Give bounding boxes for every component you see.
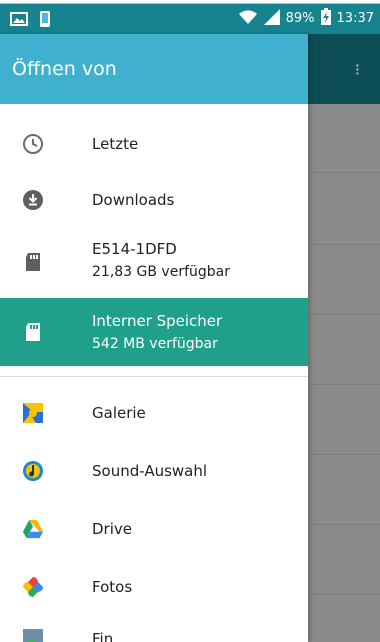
download-icon	[22, 189, 44, 211]
drawer-item-sound-picker[interactable]: Sound-Auswahl	[0, 442, 308, 500]
drawer-item-label: E514-1DFD	[92, 240, 177, 258]
drawer-item-internal-storage[interactable]: Interner Speicher 542 MB verfügbar	[0, 298, 308, 366]
background-separator	[308, 454, 380, 455]
battery-charging-icon	[320, 8, 332, 30]
drawer-item-label: Fin	[92, 630, 114, 642]
drawer-item-photos[interactable]: Fotos	[0, 558, 308, 616]
drawer-item-sd-card[interactable]: E514-1DFD 21,83 GB verfügbar	[0, 228, 308, 296]
app-icon	[22, 628, 44, 642]
image-icon	[10, 10, 28, 28]
sd-card-icon	[22, 251, 44, 273]
drawer-item-label: Letzte	[92, 135, 139, 153]
clock-icon	[22, 133, 44, 155]
drawer-item-recent[interactable]: Letzte	[0, 116, 308, 172]
signal-icon	[263, 8, 281, 30]
drawer-item-partial[interactable]: Fin	[0, 620, 308, 642]
clock-time: 13:37	[336, 11, 374, 26]
drawer-header: Öffnen von	[0, 34, 308, 104]
background-separator	[308, 314, 380, 315]
background-separator	[308, 172, 380, 173]
open-from-drawer: Öffnen von Letzte Downloads E514-1DFD 21…	[0, 34, 308, 642]
drawer-item-gallery[interactable]: Galerie	[0, 384, 308, 442]
gallery-icon	[22, 402, 44, 424]
background-toolbar: · · ·	[308, 34, 380, 104]
battery-percent: 89%	[285, 11, 315, 26]
sound-picker-icon	[22, 460, 44, 482]
background-app-scrim[interactable]: · · ·	[308, 34, 380, 642]
drawer-divider	[0, 376, 308, 377]
drawer-item-label: Fotos	[92, 578, 133, 596]
drawer-item-label: Drive	[92, 520, 132, 538]
background-separator	[308, 594, 380, 595]
drawer-item-label: Downloads	[92, 191, 175, 209]
background-separator	[308, 384, 380, 385]
drawer-item-label: Galerie	[92, 404, 146, 422]
drawer-item-label: Interner Speicher	[92, 312, 223, 330]
status-bar: 89% 13:37	[0, 4, 380, 34]
drawer-item-storage: 542 MB verfügbar	[92, 336, 218, 352]
background-separator	[308, 524, 380, 525]
phone-icon	[36, 10, 54, 28]
drawer-title: Öffnen von	[12, 58, 117, 80]
drawer-item-storage: 21,83 GB verfügbar	[92, 264, 230, 280]
photos-icon	[22, 576, 44, 598]
background-separator	[308, 244, 380, 245]
overflow-menu-icon: · · ·	[354, 56, 360, 83]
wifi-icon	[238, 8, 258, 30]
drawer-item-label: Sound-Auswahl	[92, 462, 208, 480]
drive-icon	[22, 518, 44, 540]
drawer-item-downloads[interactable]: Downloads	[0, 172, 308, 228]
drawer-item-drive[interactable]: Drive	[0, 500, 308, 558]
sd-card-icon	[22, 321, 44, 343]
